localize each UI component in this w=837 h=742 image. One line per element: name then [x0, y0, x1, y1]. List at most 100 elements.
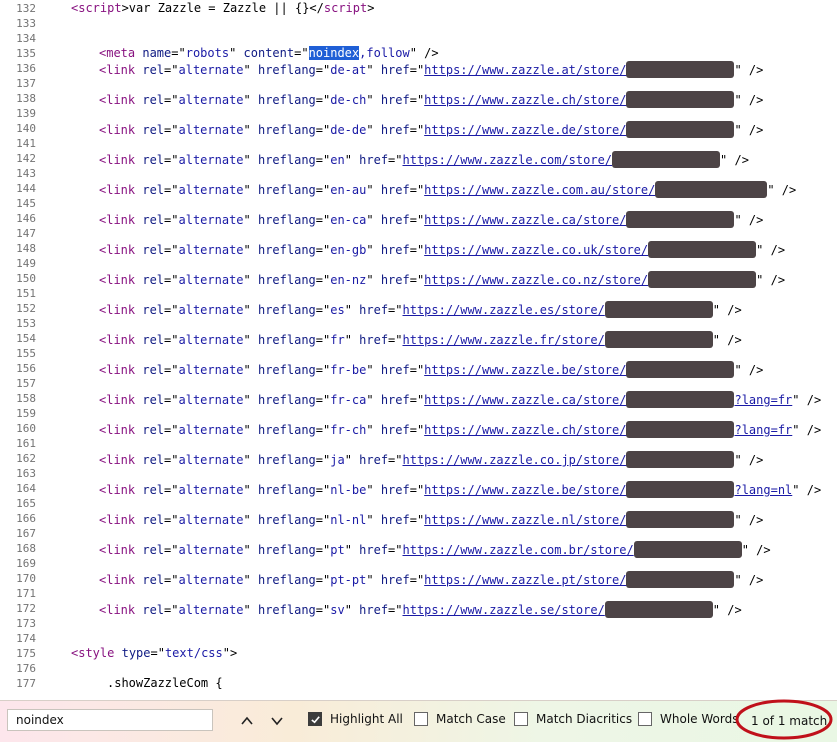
line-number: 139	[16, 107, 36, 120]
href-link[interactable]: https://www.zazzle.co.uk/store/	[424, 243, 648, 257]
match-case-option[interactable]: Match Case	[414, 712, 506, 726]
line-number: 151	[16, 287, 36, 300]
source-line: 137	[0, 76, 837, 91]
whole-words-checkbox[interactable]	[638, 712, 652, 726]
source-line: 175 <style type="text/css">	[0, 646, 837, 661]
source-line: 156 <link rel="alternate" hreflang="fr-be…	[0, 361, 837, 378]
line-number: 164	[16, 482, 36, 495]
href-link[interactable]: https://www.zazzle.com.br/store/	[403, 543, 634, 557]
line-number: 144	[16, 182, 36, 195]
line-number: 171	[16, 587, 36, 600]
href-attr: href	[359, 333, 389, 347]
href-link[interactable]: https://www.zazzle.co.jp/store/	[403, 453, 627, 467]
source-line: 167	[0, 526, 837, 541]
line-number: 146	[16, 212, 36, 225]
source-line: 140 <link rel="alternate" hreflang="de-de…	[0, 121, 837, 138]
href-suffix[interactable]: ?lang=fr	[734, 423, 792, 437]
href-link[interactable]: https://www.zazzle.es/store/	[403, 303, 605, 317]
href-link[interactable]: https://www.zazzle.at/store/	[424, 63, 626, 77]
rel-value: alternate	[178, 183, 244, 197]
code-token: ="	[294, 46, 309, 60]
href-link[interactable]: https://www.zazzle.ca/store/	[424, 393, 626, 407]
hreflang-attr: hreflang	[257, 273, 316, 287]
hreflang-attr: hreflang	[257, 333, 316, 347]
href-link[interactable]: https://www.zazzle.pt/store/	[424, 573, 626, 587]
find-next-button[interactable]	[265, 709, 289, 733]
href-link[interactable]: https://www.zazzle.com/store/	[403, 153, 613, 167]
tag-close: " />	[734, 63, 764, 77]
rel-value: alternate	[178, 63, 244, 77]
source-line: 177 .showZazzleCom {	[0, 676, 837, 691]
href-attr: href	[380, 243, 410, 257]
rel-attr: rel	[142, 423, 165, 437]
hreflang-value: en-au	[330, 183, 367, 197]
source-text: .showZazzleCom {	[107, 676, 223, 691]
highlight-all-label: Highlight All	[330, 712, 403, 726]
source-line: 162 <link rel="alternate" hreflang="ja" h…	[0, 451, 837, 468]
rel-value: alternate	[178, 453, 244, 467]
href-link[interactable]: https://www.zazzle.ca/store/	[424, 213, 626, 227]
source-line: 155	[0, 346, 837, 361]
code-token: type	[121, 646, 151, 660]
href-link[interactable]: https://www.zazzle.fr/store/	[403, 333, 605, 347]
href-attr: href	[359, 303, 389, 317]
href-suffix[interactable]: ?lang=nl	[734, 483, 792, 497]
source-line: 166 <link rel="alternate" hreflang="nl-nl…	[0, 511, 837, 528]
rel-attr: rel	[142, 273, 165, 287]
rel-attr: rel	[142, 123, 165, 137]
link-tag: <link	[99, 483, 136, 497]
href-link[interactable]: https://www.zazzle.se/store/	[403, 603, 605, 617]
href-link[interactable]: https://www.zazzle.be/store/	[424, 363, 626, 377]
line-number: 161	[16, 437, 36, 450]
tag-close: " />	[712, 303, 742, 317]
source-line: 153	[0, 316, 837, 331]
rel-value: alternate	[178, 243, 244, 257]
hreflang-value: pt-pt	[330, 573, 367, 587]
find-input[interactable]	[7, 709, 213, 731]
rel-attr: rel	[142, 153, 165, 167]
match-diacritics-option[interactable]: Match Diacritics	[514, 712, 632, 726]
match-diacritics-checkbox[interactable]	[514, 712, 528, 726]
href-suffix[interactable]: ?lang=fr	[734, 393, 792, 407]
source-line: 132 <script>var Zazzle = Zazzle || {}</sc…	[0, 1, 837, 16]
rel-attr: rel	[142, 603, 165, 617]
rel-attr: rel	[142, 513, 165, 527]
href-link[interactable]: https://www.zazzle.ch/store/	[424, 93, 626, 107]
line-number: 169	[16, 557, 36, 570]
rel-attr: rel	[142, 63, 165, 77]
search-highlight: noindex	[308, 46, 360, 60]
line-number: 141	[16, 137, 36, 150]
link-tag: <link	[99, 303, 136, 317]
find-previous-button[interactable]	[235, 709, 259, 733]
code-token: robots	[185, 46, 230, 60]
href-link[interactable]: https://www.zazzle.nl/store/	[424, 513, 626, 527]
href-link[interactable]: https://www.zazzle.co.nz/store/	[424, 273, 648, 287]
source-line: 139	[0, 106, 837, 121]
href-link[interactable]: https://www.zazzle.be/store/	[424, 483, 626, 497]
line-number: 163	[16, 467, 36, 480]
tag-close: " />	[792, 393, 822, 407]
href-link[interactable]: https://www.zazzle.ch/store/	[424, 423, 626, 437]
rel-attr: rel	[142, 393, 165, 407]
whole-words-option[interactable]: Whole Words	[638, 712, 738, 726]
line-number: 158	[16, 392, 36, 405]
link-tag: <link	[99, 423, 136, 437]
href-link[interactable]: https://www.zazzle.com.au/store/	[424, 183, 655, 197]
rel-value: alternate	[178, 423, 244, 437]
highlight-all-option[interactable]: Highlight All	[308, 712, 403, 726]
link-tag: <link	[99, 543, 136, 557]
source-line: 146 <link rel="alternate" hreflang="en-ca…	[0, 211, 837, 228]
href-link[interactable]: https://www.zazzle.de/store/	[424, 123, 626, 137]
href-attr: href	[380, 93, 410, 107]
line-number: 152	[16, 302, 36, 315]
href-attr: href	[380, 123, 410, 137]
match-case-checkbox[interactable]	[414, 712, 428, 726]
source-line: 135 <meta name="robots" content="noindex,…	[0, 46, 837, 61]
rel-attr: rel	[142, 333, 165, 347]
code-token: <style	[71, 646, 115, 660]
code-token: ="	[150, 646, 165, 660]
source-line: 147	[0, 226, 837, 241]
tag-close: " />	[734, 453, 764, 467]
rel-attr: rel	[142, 453, 165, 467]
highlight-all-checkbox[interactable]	[308, 712, 322, 726]
